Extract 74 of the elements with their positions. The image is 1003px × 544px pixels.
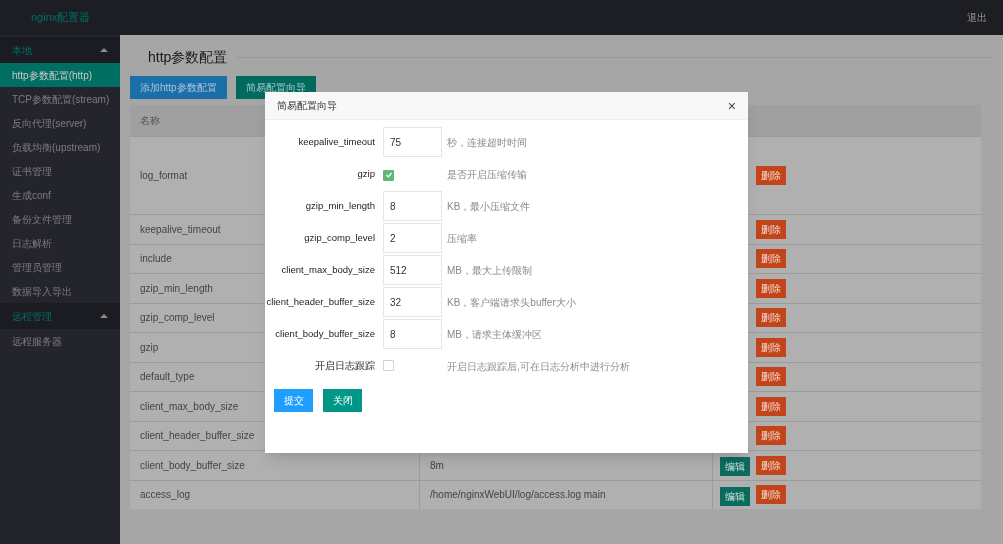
delete-button[interactable]: 删除	[756, 249, 786, 269]
input-field[interactable]: 8	[383, 191, 442, 221]
table-cell-text: include	[140, 252, 172, 267]
table-cell-text: 8m	[430, 458, 444, 473]
delete-button[interactable]: 删除	[756, 455, 786, 475]
page-title: http参数配置	[148, 48, 228, 67]
dialog-title: 简易配置向导	[277, 99, 337, 113]
field-hint: 是否开启压缩传输	[447, 167, 527, 182]
field-hint: KB，客户端请求头buffer大小	[447, 295, 576, 310]
delete-button[interactable]: 删除	[756, 396, 786, 416]
checkbox[interactable]	[383, 360, 394, 371]
field-hint: 秒，连接超时时间	[447, 135, 527, 150]
sidebar-item[interactable]: 反向代理(server)	[0, 111, 120, 135]
delete-button[interactable]: 删除	[756, 308, 786, 328]
input-field[interactable]: 8	[383, 319, 442, 349]
input-field[interactable]: 2	[383, 223, 442, 253]
sidebar-item[interactable]: TCP参数配置(stream)	[0, 87, 120, 111]
table-cell-text: client_header_buffer_size	[140, 429, 255, 444]
edit-button[interactable]: 编辑	[720, 457, 750, 477]
field-hint: KB，最小压缩文件	[447, 199, 531, 214]
table-cell-text: log_format	[140, 169, 188, 183]
table-cell-text: /home/nginxWebUI/log/access.log main	[430, 488, 606, 503]
sidebar-item[interactable]: 负载均衡(upstream)	[0, 135, 120, 159]
delete-button[interactable]: 删除	[756, 485, 786, 505]
table-cell-text: client_body_buffer_size	[140, 458, 245, 473]
dialog-button[interactable]: 提交	[274, 389, 313, 412]
sidebar-item[interactable]: 备份文件管理	[0, 207, 120, 231]
table-cell-text: gzip	[140, 340, 159, 355]
table-cell-text: client_max_body_size	[140, 399, 239, 414]
caret-icon	[100, 314, 108, 318]
close-button[interactable]: ×	[727, 98, 736, 113]
delete-button[interactable]: 删除	[756, 337, 786, 357]
toolbar-button[interactable]: 添加http参数配置	[130, 76, 227, 99]
field-label: keepalive_timeout	[297, 134, 375, 149]
field-hint: MB，请求主体缓冲区	[447, 327, 542, 342]
sidebar-item[interactable]: 管理员管理	[0, 255, 120, 279]
sidebar-item[interactable]: 生成conf	[0, 183, 120, 207]
field-hint: MB，最大上传限制	[447, 263, 532, 278]
field-label: client_body_buffer_size	[274, 326, 375, 341]
table-cell-text: access_log	[140, 488, 191, 503]
delete-button[interactable]: 删除	[756, 426, 786, 446]
field-label: client_max_body_size	[280, 262, 375, 277]
table-cell-text: default_type	[140, 370, 195, 385]
delete-button[interactable]: 删除	[756, 219, 786, 239]
sidebar-item[interactable]: 证书管理	[0, 159, 120, 183]
table-cell-text: gzip_min_length	[140, 281, 213, 296]
column-header: 名称	[139, 114, 160, 128]
sidebar-group-header[interactable]: 远程管理	[0, 303, 120, 329]
delete-button[interactable]: 删除	[756, 278, 786, 298]
input-field[interactable]: 512	[383, 255, 442, 285]
sidebar-item[interactable]: http参数配置(http)	[0, 63, 120, 87]
field-label: gzip	[356, 166, 375, 181]
field-label: gzip_min_length	[304, 198, 375, 213]
sidebar-item[interactable]: 远程服务器	[0, 329, 120, 353]
sidebar-group-header[interactable]: 本地	[0, 37, 120, 63]
caret-icon	[100, 48, 108, 52]
field-label: client_header_buffer_size	[265, 294, 375, 309]
input-field[interactable]: 32	[383, 287, 442, 317]
dialog-button[interactable]: 关闭	[323, 389, 362, 412]
edit-button[interactable]: 编辑	[720, 486, 750, 506]
input-field[interactable]: 75	[383, 127, 442, 157]
sidebar-item[interactable]: 日志解析	[0, 231, 120, 255]
logout-link[interactable]: 退出	[967, 10, 987, 25]
table-cell-text: keepalive_timeout	[140, 222, 221, 237]
delete-button[interactable]: 删除	[756, 367, 786, 387]
delete-button[interactable]: 删除	[756, 166, 786, 185]
sidebar-item[interactable]: 数据导入导出	[0, 279, 120, 303]
table-cell-text: gzip_comp_level	[140, 311, 215, 326]
field-hint: 开启日志跟踪后,可在日志分析中进行分析	[447, 359, 630, 374]
checkbox[interactable]	[383, 169, 394, 181]
field-hint: 压缩率	[447, 231, 477, 246]
field-label: 开启日志跟踪	[314, 358, 375, 373]
app-logo: nginx配置器	[31, 10, 91, 26]
field-label: gzip_comp_level	[303, 230, 375, 245]
